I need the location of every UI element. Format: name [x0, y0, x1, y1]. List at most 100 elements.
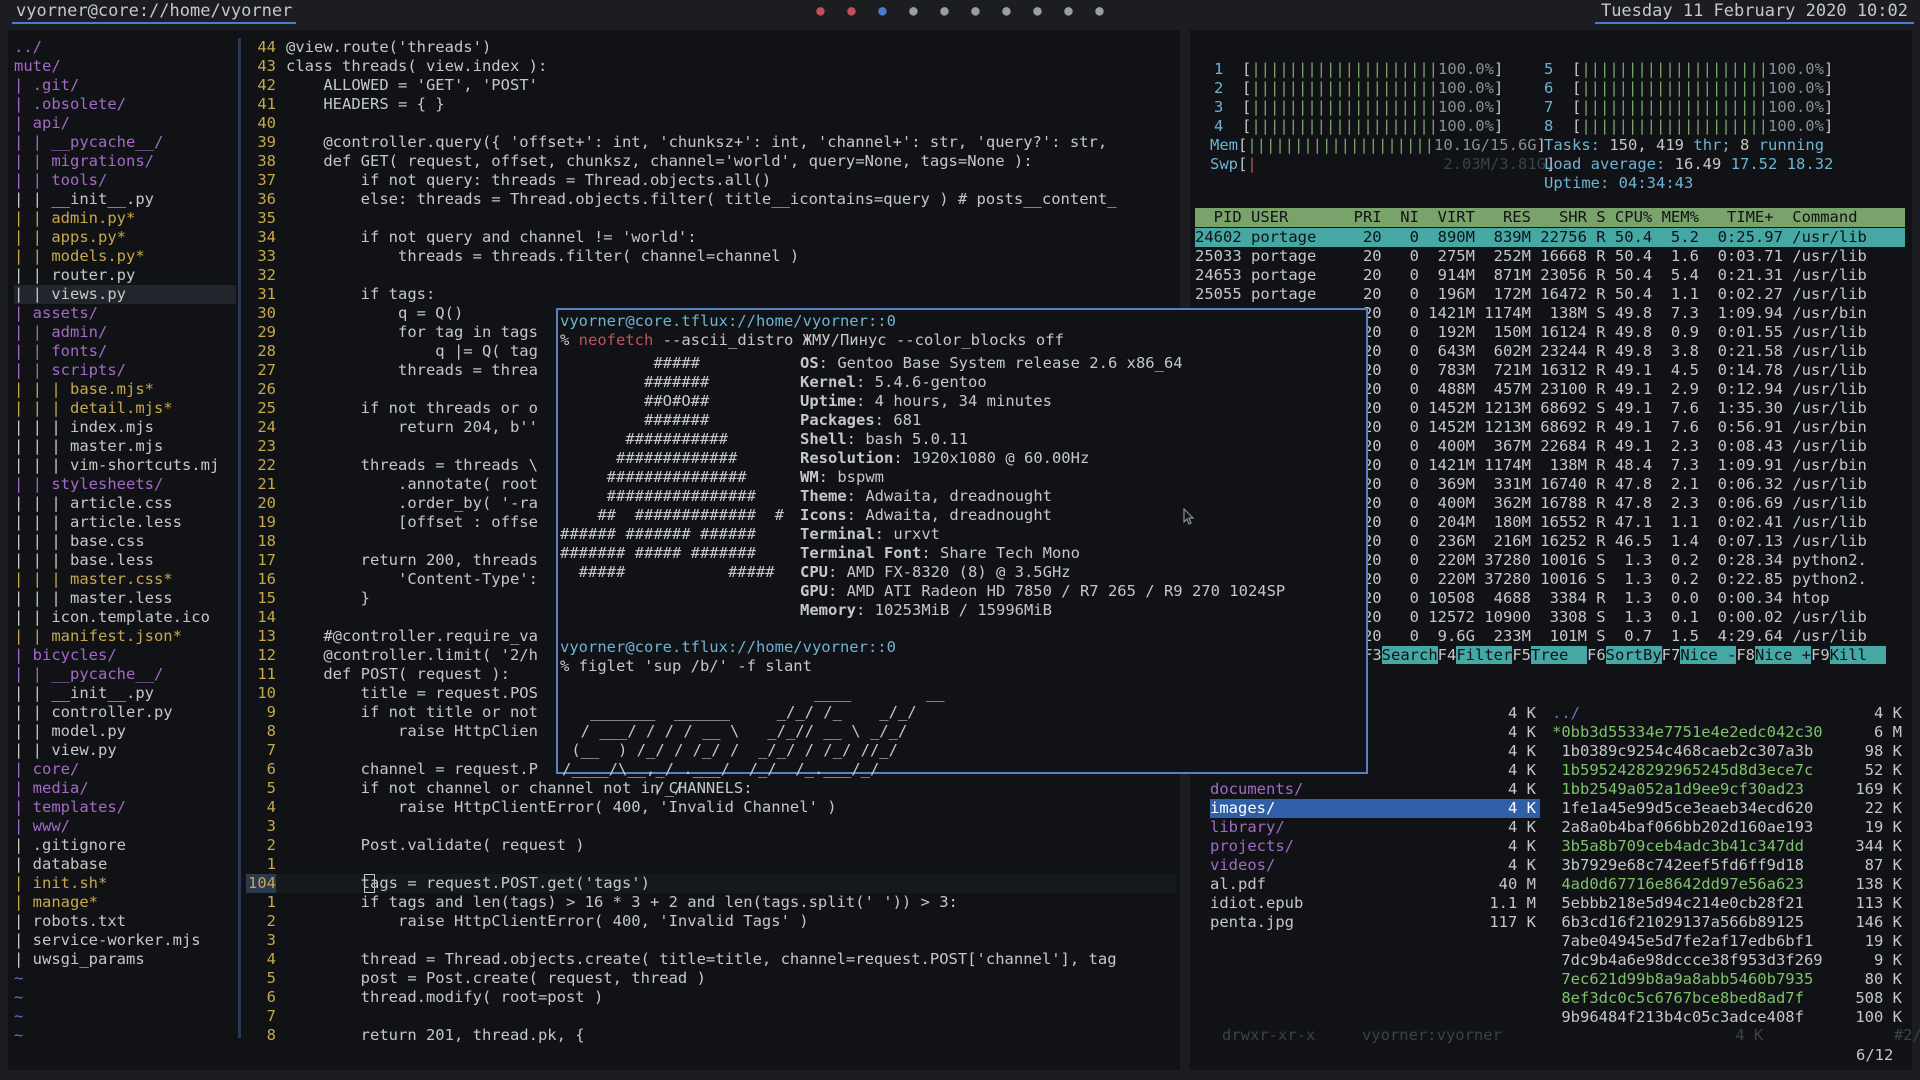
code-line[interactable]: 40: [246, 114, 1176, 133]
fkey-action[interactable]: Kill: [1829, 646, 1886, 664]
workspace-dot-icon[interactable]: ●: [898, 1, 929, 21]
tree-item[interactable]: | | | article.less: [14, 513, 236, 532]
tree-item[interactable]: | | | base.less: [14, 551, 236, 570]
code-line[interactable]: 41 HEADERS = { }: [246, 95, 1176, 114]
tree-item[interactable]: | | apps.py*: [14, 228, 236, 247]
tree-item[interactable]: | | manifest.json*: [14, 627, 236, 646]
tree-item[interactable]: | | | master.mjs: [14, 437, 236, 456]
tree-item[interactable]: | | fonts/: [14, 342, 236, 361]
code-line[interactable]: 4 thread = Thread.objects.create( title=…: [246, 950, 1176, 969]
fm-preview-entry[interactable]: 7dc9b4a6e98dccce38f953d3f269 9 K: [1552, 951, 1907, 970]
file-manager-preview[interactable]: ../ 4 K *0bb3d55334e7751e4e2edc042c30 6 M 1…: [1552, 704, 1907, 1027]
tree-item[interactable]: | database: [14, 855, 236, 874]
fm-preview-entry[interactable]: 6b3cd16f21029137a566b89125 146 K: [1552, 913, 1907, 932]
workspace-dot-icon[interactable]: ●: [836, 1, 867, 21]
fm-preview-entry[interactable]: 4ad0d67716e8642dd97e56a623 138 K: [1552, 875, 1907, 894]
tree-item[interactable]: | | controller.py: [14, 703, 236, 722]
tree-item[interactable]: | api/: [14, 114, 236, 133]
fm-preview-entry[interactable]: 1fe1a45e99d5ce3eaeb34ecd620 22 K: [1552, 799, 1907, 818]
process-row[interactable]: 25033 portage 20 0 275M 252M 16668 R 50.…: [1195, 247, 1905, 266]
fkey-action[interactable]: Nice +: [1755, 646, 1812, 664]
code-line[interactable]: 4 raise HttpClientError( 400, 'Invalid C…: [246, 798, 1176, 817]
tree-item[interactable]: | | | base.css: [14, 532, 236, 551]
fm-preview-entry[interactable]: 3b5a8b709ceb4adc3b41c347dd 344 K: [1552, 837, 1907, 856]
tree-item[interactable]: | | admin.py*: [14, 209, 236, 228]
fm-preview-entry[interactable]: *0bb3d55334e7751e4e2edc042c30 6 M: [1552, 723, 1907, 742]
fm-entry[interactable]: library/4 K: [1210, 818, 1540, 837]
workspace-dot-icon[interactable]: ●: [1084, 1, 1115, 21]
tree-item[interactable]: | | tools/: [14, 171, 236, 190]
tree-item[interactable]: | templates/: [14, 798, 236, 817]
code-line[interactable]: 8 return 201, thread.pk, {: [246, 1026, 1176, 1045]
tree-item[interactable]: | | views.py: [14, 285, 236, 304]
code-line[interactable]: 5 post = Post.create( request, thread ): [246, 969, 1176, 988]
code-line[interactable]: 1: [246, 855, 1176, 874]
fkey-label[interactable]: F5: [1512, 646, 1531, 664]
tree-item[interactable]: | .gitignore: [14, 836, 236, 855]
fkey-action[interactable]: Nice -: [1680, 646, 1737, 664]
tree-item[interactable]: | assets/: [14, 304, 236, 323]
fm-entry[interactable]: images/4 K: [1210, 799, 1540, 818]
tree-item[interactable]: | | __init__.py: [14, 190, 236, 209]
fkey-action[interactable]: Filter: [1456, 646, 1513, 664]
code-line[interactable]: 37 if not query: threads = Thread.object…: [246, 171, 1176, 190]
workspace-dot-icon[interactable]: ●: [960, 1, 991, 21]
tree-item[interactable]: | | router.py: [14, 266, 236, 285]
tree-item[interactable]: | | | master.less: [14, 589, 236, 608]
fkey-action[interactable]: Tree: [1531, 646, 1587, 664]
file-tree[interactable]: ../mute/| .git/| .obsolete/| api/| | __p…: [14, 38, 236, 1045]
fkey-label[interactable]: F7: [1662, 646, 1681, 664]
workspace-dot-icon[interactable]: ●: [991, 1, 1022, 21]
code-line[interactable]: 36 else: threads = Thread.objects.filter…: [246, 190, 1176, 209]
fm-preview-entry[interactable]: 1b0389c9254c468caeb2c307a3b 98 K: [1552, 742, 1907, 761]
workspace-dot-icon[interactable]: ●: [929, 1, 960, 21]
fkey-label[interactable]: F4: [1438, 646, 1457, 664]
fm-preview-entry[interactable]: 1b5952428292965245d8d3ece7c 52 K: [1552, 761, 1907, 780]
fkey-label[interactable]: F8: [1736, 646, 1755, 664]
tree-item[interactable]: | robots.txt: [14, 912, 236, 931]
floating-terminal[interactable]: vyorner@core.tflux://home/vyorner::0 % n…: [556, 308, 1368, 797]
tree-item[interactable]: | uwsgi_params: [14, 950, 236, 969]
tree-item[interactable]: ~: [14, 1007, 236, 1026]
fm-preview-entry[interactable]: ../ 4 K: [1552, 704, 1907, 723]
tree-item[interactable]: | | | master.css*: [14, 570, 236, 589]
code-line[interactable]: 44 @view.route('threads'): [246, 38, 1176, 57]
workspace-dot-icon[interactable]: ●: [805, 1, 836, 21]
tree-item[interactable]: | | admin/: [14, 323, 236, 342]
workspace-dot-icon[interactable]: ●: [867, 1, 898, 21]
tree-item[interactable]: | www/: [14, 817, 236, 836]
code-line[interactable]: 104 tags = request.POST.get('tags'): [246, 874, 1176, 893]
code-line[interactable]: 2 raise HttpClientError( 400, 'Invalid T…: [246, 912, 1176, 931]
tree-item[interactable]: | | __init__.py: [14, 684, 236, 703]
tree-item[interactable]: ~: [14, 988, 236, 1007]
fm-entry[interactable]: al.pdf 40 M: [1210, 875, 1540, 894]
code-line[interactable]: 3: [246, 817, 1176, 836]
process-row[interactable]: 25055 portage 20 0 196M 172M 16472 R 50.…: [1195, 285, 1905, 304]
workspace-dot-icon[interactable]: ●: [1053, 1, 1084, 21]
code-line[interactable]: 3: [246, 931, 1176, 950]
code-line[interactable]: 33 threads = threads.filter( channel=cha…: [246, 247, 1176, 266]
tree-item[interactable]: | | models.py*: [14, 247, 236, 266]
fm-entry[interactable]: penta.jpg 117 K: [1210, 913, 1540, 932]
tree-item[interactable]: | | stylesheets/: [14, 475, 236, 494]
code-line[interactable]: 39 @controller.query({ 'offset+': int, '…: [246, 133, 1176, 152]
tree-item[interactable]: | | scripts/: [14, 361, 236, 380]
tree-item[interactable]: | .git/: [14, 76, 236, 95]
fkey-label[interactable]: F9: [1811, 646, 1830, 664]
tree-item[interactable]: | .obsolete/: [14, 95, 236, 114]
code-line[interactable]: 34 if not query and channel != 'world':: [246, 228, 1176, 247]
tree-item[interactable]: | bicycles/: [14, 646, 236, 665]
code-line[interactable]: 31 if tags:: [246, 285, 1176, 304]
workspace-dot-icon[interactable]: ●: [1022, 1, 1053, 21]
tree-item[interactable]: | core/: [14, 760, 236, 779]
tree-item[interactable]: | | | vim-shortcuts.mj: [14, 456, 236, 475]
code-line[interactable]: 32: [246, 266, 1176, 285]
code-line[interactable]: 7: [246, 1007, 1176, 1026]
fm-entry[interactable]: documents/4 K: [1210, 780, 1540, 799]
tree-item[interactable]: | | view.py: [14, 741, 236, 760]
tree-item[interactable]: | | __pycache__/: [14, 133, 236, 152]
tree-item[interactable]: ../: [14, 38, 236, 57]
fm-preview-entry[interactable]: 8ef3dc0c5c6767bce8bed8ad7f 508 K: [1552, 989, 1907, 1008]
code-line[interactable]: 35: [246, 209, 1176, 228]
fm-entry[interactable]: idiot.epub 1.1 M: [1210, 894, 1540, 913]
